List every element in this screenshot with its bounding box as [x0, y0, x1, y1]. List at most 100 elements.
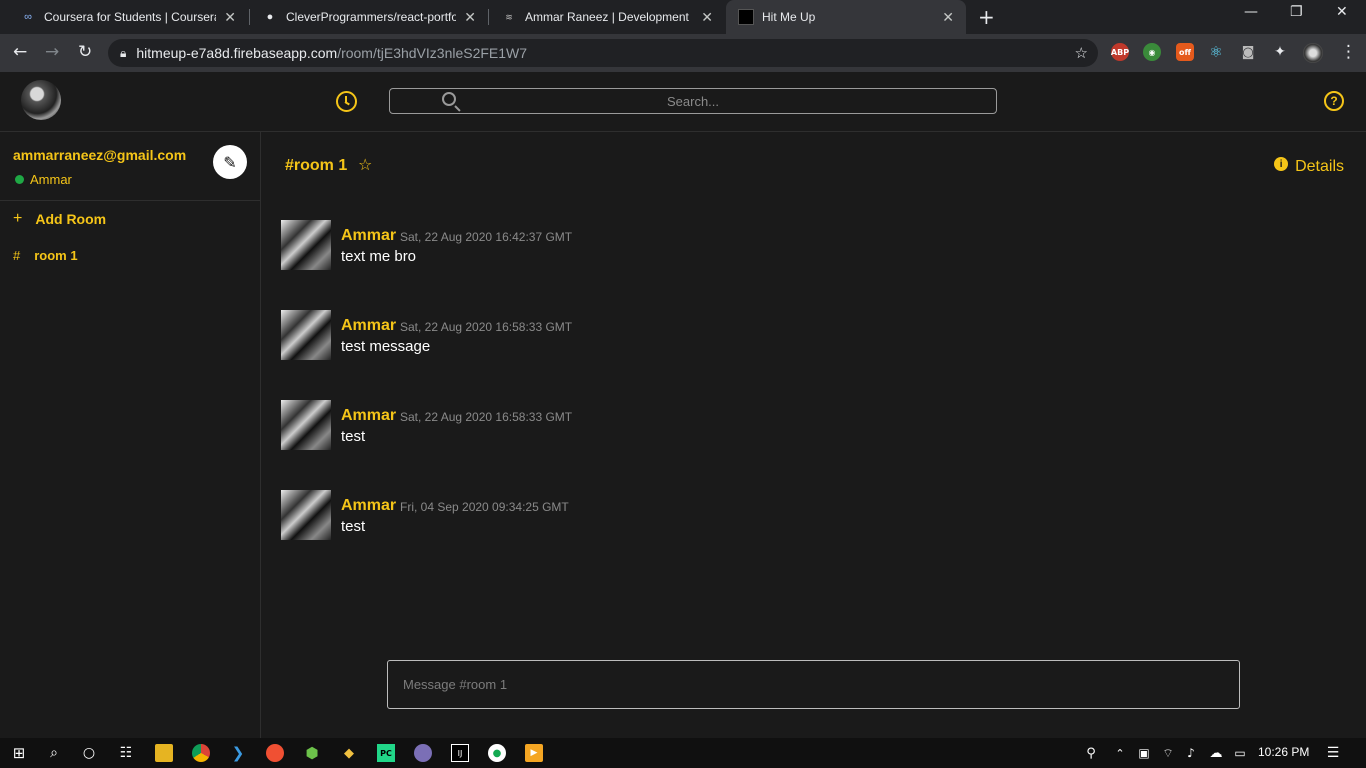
profile-avatar[interactable] [1303, 43, 1323, 63]
extension-globe-icon[interactable]: ◉ [1143, 43, 1161, 61]
minimize-icon[interactable]: — [1244, 4, 1258, 20]
vscode-icon[interactable]: ❯ [229, 744, 247, 762]
sidebar-item-room-1[interactable]: # room 1 [13, 248, 78, 263]
message-avatar [281, 310, 331, 360]
pencil-icon: ✎ [223, 152, 237, 172]
message-avatar [281, 490, 331, 540]
close-icon[interactable]: ✕ [224, 9, 236, 26]
browser-chrome: ∞ Coursera for Students | Coursera ✕ ● C… [0, 0, 1366, 72]
github-icon: ● [266, 11, 274, 23]
pdf-extension-label: off [1179, 47, 1191, 57]
mongodb-icon[interactable]: ● [488, 744, 506, 762]
wifi-icon[interactable]: ⌔ [1159, 744, 1177, 762]
close-icon[interactable]: ✕ [464, 9, 476, 26]
taskbar-clock[interactable]: 10:26 PM [1258, 745, 1309, 759]
new-tab-button[interactable]: + [978, 5, 995, 29]
windows-taskbar: ⊞ ⌕ ○ ☷ ❯ ⬢ ◆ PC IJ ● ▶ ⚲ ⌃ ▣ ⌔ ♪ ☁ ▭ 10… [0, 738, 1366, 768]
notifications-icon[interactable]: ☰ [1324, 744, 1342, 762]
message-text: test [341, 428, 366, 445]
search-input[interactable] [390, 89, 996, 113]
info-icon: i [1274, 157, 1289, 171]
tab-strip: ∞ Coursera for Students | Coursera ✕ ● C… [0, 0, 1366, 34]
details-button[interactable]: i Details [1274, 157, 1344, 176]
username: Ammar [30, 172, 72, 187]
chrome-icon[interactable] [192, 744, 210, 762]
tab-title: Coursera for Students | Coursera [44, 10, 217, 24]
tab-portfolio[interactable]: ≋ Ammar Raneez | Development ✕ [489, 0, 725, 34]
forward-arrow-icon[interactable]: → [45, 42, 59, 62]
search-icon[interactable]: ⌕ [45, 744, 63, 762]
intellij-icon[interactable]: IJ [451, 744, 469, 762]
message-item: Ammar Sat, 22 Aug 2020 16:58:33 GMT test… [281, 310, 1081, 360]
chat-panel: #room 1 ☆ i Details Ammar Sat, 22 Aug 20… [262, 132, 1366, 738]
people-icon[interactable]: ⚲ [1082, 744, 1100, 762]
message-author: Ammar [341, 497, 397, 514]
add-room-label: Add Room [35, 211, 107, 227]
message-timestamp: Sat, 22 Aug 2020 16:42:37 GMT [400, 230, 573, 244]
extensions-puzzle-icon[interactable]: ✦ [1271, 43, 1289, 61]
user-avatar[interactable] [21, 80, 61, 120]
message-input[interactable] [388, 661, 1239, 708]
display-icon[interactable]: ▣ [1135, 744, 1153, 762]
tab-title: Ammar Raneez | Development [525, 10, 689, 24]
hash-icon: # [13, 248, 21, 263]
onedrive-icon[interactable]: ☁ [1207, 744, 1225, 762]
tab-title: CleverProgrammers/react-portfo [286, 10, 457, 24]
tab-title: Hit Me Up [762, 10, 816, 24]
user-status: Ammar [15, 172, 72, 187]
hitmeup-icon [738, 9, 754, 25]
star-icon[interactable]: ☆ [358, 155, 372, 174]
close-icon[interactable]: ✕ [942, 9, 954, 26]
url-host: hitmeup-e7a8d.firebaseapp.com [136, 45, 338, 61]
coursera-icon: ∞ [24, 11, 32, 23]
adblock-icon[interactable]: ABP [1111, 43, 1129, 61]
message-text: test message [341, 338, 431, 355]
message-text: text me bro [341, 248, 417, 265]
cortana-icon[interactable]: ○ [80, 744, 98, 762]
screenshot-icon[interactable]: ◙ [1239, 43, 1257, 61]
pdf-extension-icon[interactable]: off [1176, 43, 1194, 61]
back-arrow-icon[interactable]: ← [13, 42, 27, 62]
tab-github[interactable]: ● CleverProgrammers/react-portfo ✕ [250, 0, 488, 34]
divider [0, 200, 260, 201]
browser-toolbar: ← → ↻ 🔒︎ hitmeup-e7a8d.firebaseapp.com/r… [0, 34, 1366, 72]
message-avatar [281, 400, 331, 450]
lock-icon: 🔒︎ [120, 45, 127, 60]
message-avatar [281, 220, 331, 270]
battery-icon[interactable]: ▭ [1231, 744, 1249, 762]
browser-menu-icon[interactable]: ⋮ [1340, 42, 1357, 62]
windows-start-icon[interactable]: ⊞ [10, 744, 28, 762]
media-player-icon[interactable]: ▶ [525, 744, 543, 762]
room-title: #room 1 [285, 157, 348, 174]
git-icon[interactable] [266, 744, 284, 762]
help-icon[interactable]: ? [1324, 91, 1344, 111]
history-icon[interactable] [336, 91, 357, 112]
edit-button[interactable]: ✎ [213, 145, 247, 179]
address-bar[interactable]: 🔒︎ hitmeup-e7a8d.firebaseapp.com/room/tj… [108, 39, 1098, 67]
add-room-button[interactable]: + Add Room [13, 210, 106, 228]
user-email: ammarraneez@gmail.com [13, 147, 187, 163]
message-author: Ammar [341, 407, 397, 424]
search-bar [389, 88, 997, 114]
message-composer [387, 660, 1240, 709]
close-icon[interactable]: ✕ [701, 9, 713, 26]
tab-hitmeup[interactable]: Hit Me Up ✕ [726, 0, 966, 34]
reload-icon[interactable]: ↻ [78, 42, 92, 62]
restore-icon[interactable]: ❐ [1290, 4, 1303, 20]
nodejs-icon[interactable]: ⬢ [303, 744, 321, 762]
bookmark-star-icon[interactable]: ☆ [1075, 44, 1088, 62]
url-path: /room/tjE3hdVIz3nleS2FE1W7 [337, 45, 528, 61]
volume-icon[interactable]: ♪ [1182, 744, 1200, 762]
file-explorer-icon[interactable] [155, 744, 173, 762]
react-devtools-icon[interactable]: ⚛ [1207, 43, 1225, 61]
chevron-up-icon[interactable]: ⌃ [1111, 744, 1129, 762]
message-timestamp: Fri, 04 Sep 2020 09:34:25 GMT [400, 500, 569, 514]
pycharm-icon[interactable]: PC [377, 744, 395, 762]
details-label: Details [1295, 158, 1344, 175]
gitkraken-icon[interactable]: ◆ [340, 744, 358, 762]
tab-coursera[interactable]: ∞ Coursera for Students | Coursera ✕ [8, 0, 248, 34]
eclipse-icon[interactable] [414, 744, 432, 762]
app-header: ? [0, 72, 1366, 132]
window-close-icon[interactable]: ✕ [1336, 4, 1348, 20]
task-view-icon[interactable]: ☷ [117, 744, 135, 762]
